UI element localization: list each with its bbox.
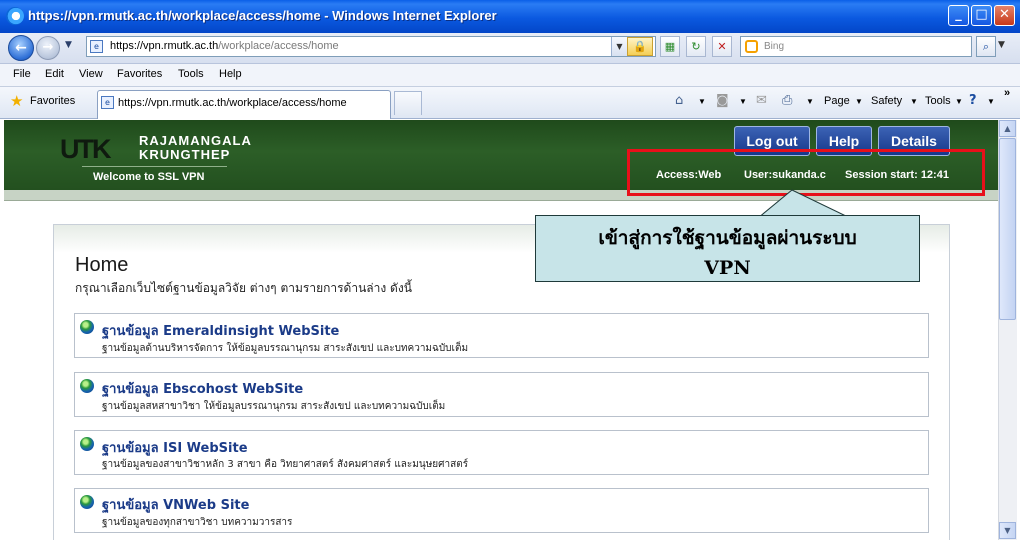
tools-menu[interactable]: Tools bbox=[925, 95, 951, 107]
feeds-icon[interactable]: ◙ bbox=[716, 93, 729, 108]
logo-text-line2: KRUNGTHEP bbox=[139, 147, 231, 162]
callout-line2: VPN bbox=[704, 257, 751, 279]
search-options-dropdown-icon[interactable]: ▼ bbox=[998, 40, 1005, 50]
globe-icon bbox=[80, 320, 94, 334]
globe-icon bbox=[80, 495, 94, 509]
back-button[interactable]: ← bbox=[8, 35, 34, 61]
menu-file[interactable]: File bbox=[13, 68, 31, 80]
globe-icon bbox=[80, 437, 94, 451]
bing-icon bbox=[745, 40, 758, 53]
database-description: ฐานข้อมูลด้านบริหารจัดการ ให้ข้อมูลบรรณา… bbox=[102, 343, 469, 354]
menu-tools[interactable]: Tools bbox=[178, 68, 204, 80]
forward-button[interactable]: → bbox=[36, 36, 60, 60]
maximize-button[interactable]: □ bbox=[971, 5, 992, 26]
scroll-down-button[interactable]: ▼ bbox=[999, 522, 1016, 539]
database-link[interactable]: ฐานข้อมูล VNWeb Site bbox=[102, 494, 249, 515]
scroll-up-button[interactable]: ▲ bbox=[999, 120, 1016, 137]
url-host: https://vpn.rmutk.ac.th bbox=[110, 40, 219, 52]
database-link[interactable]: ฐานข้อมูล ISI WebSite bbox=[102, 437, 248, 458]
address-url[interactable]: https://vpn.rmutk.ac.th/workplace/access… bbox=[110, 40, 339, 52]
logo-mark-text: UTK bbox=[60, 134, 111, 164]
close-button[interactable]: ✕ bbox=[994, 5, 1015, 26]
database-description: ฐานข้อมูลของทุกสาขาวิชา บทความวารสาร bbox=[102, 517, 293, 528]
globe-icon bbox=[80, 379, 94, 393]
new-tab-button[interactable] bbox=[394, 91, 422, 115]
callout-pointer bbox=[757, 189, 851, 218]
read-mail-icon[interactable]: ✉ bbox=[756, 93, 767, 108]
database-description: ฐานข้อมูลสหสาขาวิชา ให้ข้อมูลบรรณานุกรม … bbox=[102, 401, 446, 412]
stop-icon[interactable]: ✕ bbox=[712, 36, 732, 57]
print-icon[interactable]: ⎙ bbox=[782, 93, 792, 108]
window-title: https://vpn.rmutk.ac.th/workplace/access… bbox=[28, 8, 497, 23]
home-icon[interactable]: ⌂ bbox=[675, 93, 683, 108]
favorites-star-icon[interactable]: ★ bbox=[10, 92, 23, 110]
address-dropdown-icon[interactable]: ▼ bbox=[611, 37, 627, 56]
help-dropdown-icon[interactable]: ▼ bbox=[987, 97, 995, 106]
safety-menu[interactable]: Safety bbox=[871, 95, 902, 107]
url-path: /workplace/access/home bbox=[218, 40, 339, 52]
home-dropdown-icon[interactable]: ▼ bbox=[698, 97, 706, 106]
help-icon[interactable]: ? bbox=[969, 93, 977, 108]
favorites-button[interactable]: Favorites bbox=[30, 95, 75, 107]
scrollbar-thumb[interactable] bbox=[999, 138, 1016, 320]
safety-dropdown-icon: ▼ bbox=[910, 97, 918, 106]
database-link[interactable]: ฐานข้อมูล Emeraldinsight WebSite bbox=[102, 320, 339, 341]
page-menu[interactable]: Page bbox=[824, 95, 850, 107]
rmutk-logo: UTK bbox=[60, 134, 111, 165]
logo-text-line1: RAJAMANGALA bbox=[139, 133, 252, 148]
menu-view[interactable]: View bbox=[79, 68, 103, 80]
more-commands-icon[interactable]: » bbox=[1004, 87, 1010, 99]
internet-explorer-icon bbox=[6, 7, 24, 25]
page-dropdown-icon: ▼ bbox=[855, 97, 863, 106]
database-link[interactable]: ฐานข้อมูล Ebscohost WebSite bbox=[102, 378, 303, 399]
security-lock-icon[interactable]: 🔒 bbox=[627, 37, 653, 56]
menu-help[interactable]: Help bbox=[219, 68, 242, 80]
callout-text: เข้าสู่การใช้ฐานข้อมูลผ่านระบบ VPN bbox=[535, 223, 920, 283]
tools-dropdown-icon: ▼ bbox=[955, 97, 963, 106]
print-dropdown-icon[interactable]: ▼ bbox=[806, 97, 814, 106]
menu-edit[interactable]: Edit bbox=[45, 68, 64, 80]
refresh-icon[interactable]: ↻ bbox=[686, 36, 706, 57]
menu-favorites[interactable]: Favorites bbox=[117, 68, 162, 80]
database-description: ฐานข้อมูลของสาขาวิชาหลัก 3 สาขา คือ วิทย… bbox=[102, 459, 469, 470]
search-placeholder: Bing bbox=[764, 41, 785, 52]
logo-divider bbox=[82, 166, 227, 167]
callout-pointer-shape bbox=[757, 189, 851, 218]
welcome-text: Welcome to SSL VPN bbox=[93, 171, 205, 183]
minimize-button[interactable]: _ bbox=[948, 5, 969, 26]
callout-line1: เข้าสู่การใช้ฐานข้อมูลผ่านระบบ bbox=[598, 227, 857, 249]
page-description: กรุณาเลือกเว็บไซต์ฐานข้อมูลวิจัย ต่างๆ ต… bbox=[75, 281, 412, 295]
recent-pages-dropdown-icon[interactable]: ▼ bbox=[65, 40, 72, 50]
search-button[interactable]: ⌕ bbox=[976, 36, 996, 57]
page-icon: e bbox=[90, 40, 103, 53]
compatibility-view-icon[interactable]: ▦ bbox=[660, 36, 680, 57]
feeds-dropdown-icon[interactable]: ▼ bbox=[739, 97, 747, 106]
page-title: Home bbox=[75, 254, 129, 276]
tab-page-icon: e bbox=[101, 96, 114, 109]
tab-title: https://vpn.rmutk.ac.th/workplace/access… bbox=[118, 97, 347, 109]
